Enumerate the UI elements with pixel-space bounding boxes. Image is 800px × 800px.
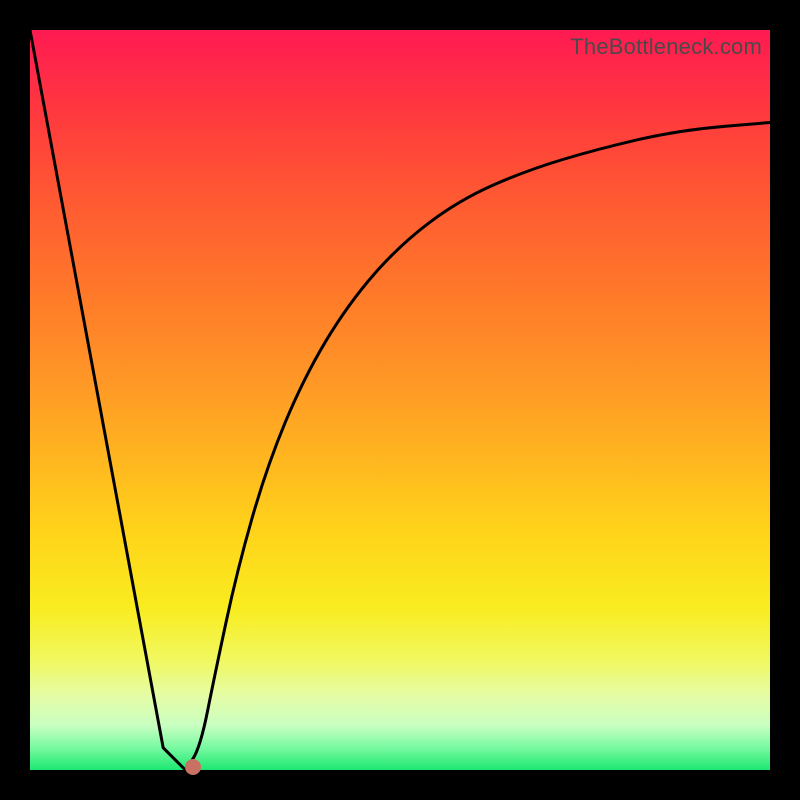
chart-marker-dot <box>185 759 201 775</box>
chart-line <box>30 30 770 770</box>
chart-frame: TheBottleneck.com <box>0 0 800 800</box>
chart-plot-area: TheBottleneck.com <box>30 30 770 770</box>
